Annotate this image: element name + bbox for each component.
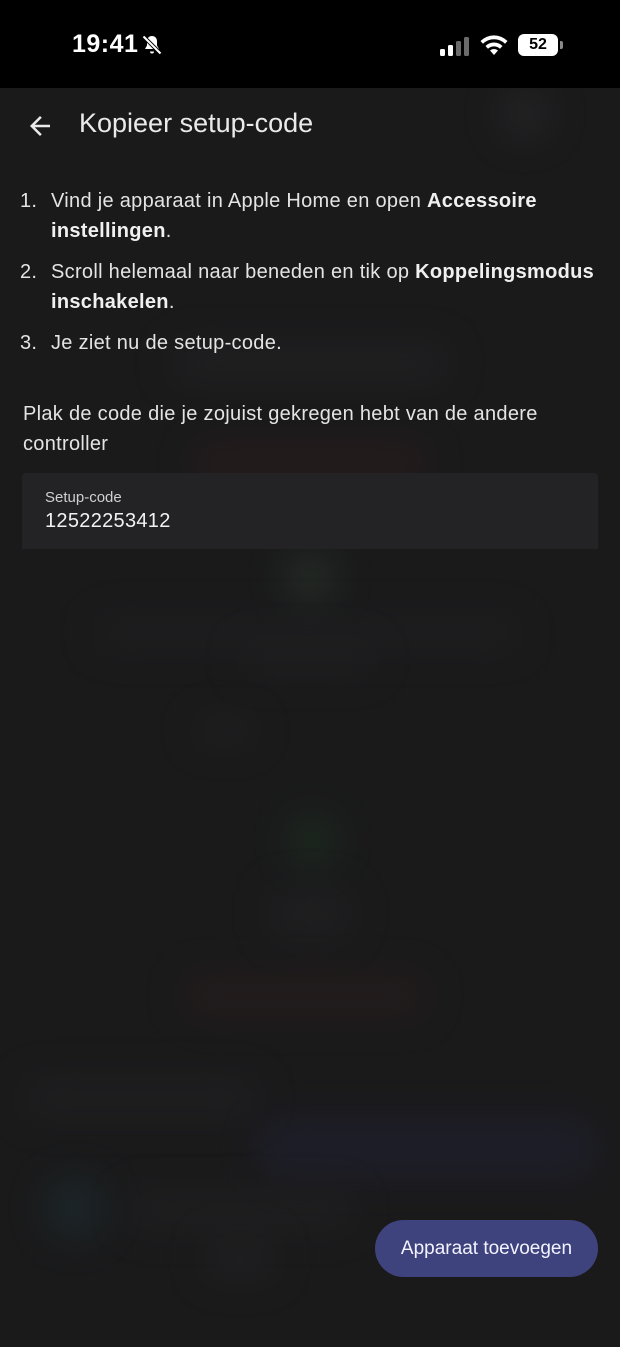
step-number: 3. — [20, 332, 38, 354]
background-blur — [205, 1238, 275, 1278]
phone-screen: 19:41 52 Kopieer setup-code 1. Vind je a… — [0, 0, 620, 1347]
battery-icon: 52 — [518, 34, 564, 58]
background-blur — [255, 1118, 600, 1178]
step-text: Je ziet nu de setup-code. — [51, 332, 282, 354]
background-blur — [125, 1193, 355, 1228]
battery-level: 52 — [518, 34, 558, 56]
step-item: 1. Vind je apparaat in Apple Home en open… — [0, 186, 600, 246]
step-text-end: . — [165, 220, 172, 242]
step-text: Vind je apparaat in Apple Home en open — [51, 190, 428, 212]
step-text-end: . — [168, 291, 175, 313]
app-content: Kopieer setup-code 1. Vind je apparaat in… — [0, 88, 620, 1347]
background-blur — [45, 1178, 105, 1238]
paste-code-instruction: Plak de code die je zojuist gekregen heb… — [23, 403, 538, 455]
step-text: Scroll helemaal naar beneden en tik op — [51, 261, 416, 283]
background-blur — [240, 643, 375, 673]
background-blur — [290, 818, 335, 863]
step-number: 1. — [20, 190, 38, 212]
instruction-steps: 1. Vind je apparaat in Apple Home en open… — [0, 186, 600, 369]
setup-code-field[interactable]: Setup-code 12522253412 — [22, 473, 598, 549]
back-button[interactable] — [18, 104, 62, 148]
step-item: 2. Scroll helemaal naar beneden en tik op… — [0, 257, 600, 317]
status-time: 19:41 — [72, 30, 139, 58]
status-bar: 19:41 52 — [0, 0, 620, 88]
cellular-signal-icon — [440, 37, 469, 56]
setup-code-label: Setup-code — [45, 489, 122, 506]
background-blur — [20, 1078, 260, 1118]
add-device-button[interactable]: Apparaat toevoegen — [375, 1220, 598, 1277]
battery-tip — [560, 41, 563, 49]
background-blur — [270, 888, 350, 938]
background-blur — [285, 553, 335, 603]
step-number: 2. — [20, 261, 38, 283]
bell-slash-icon — [142, 35, 162, 55]
background-blur — [195, 718, 255, 743]
step-item: 3. Je ziet nu de setup-code. — [0, 328, 600, 358]
background-blur — [180, 973, 430, 1018]
wifi-icon — [480, 35, 508, 55]
top-app-bar: Kopieer setup-code — [0, 88, 620, 164]
setup-code-value[interactable]: 12522253412 — [45, 510, 171, 533]
arrow-left-icon — [30, 116, 50, 136]
page-title: Kopieer setup-code — [79, 108, 314, 138]
